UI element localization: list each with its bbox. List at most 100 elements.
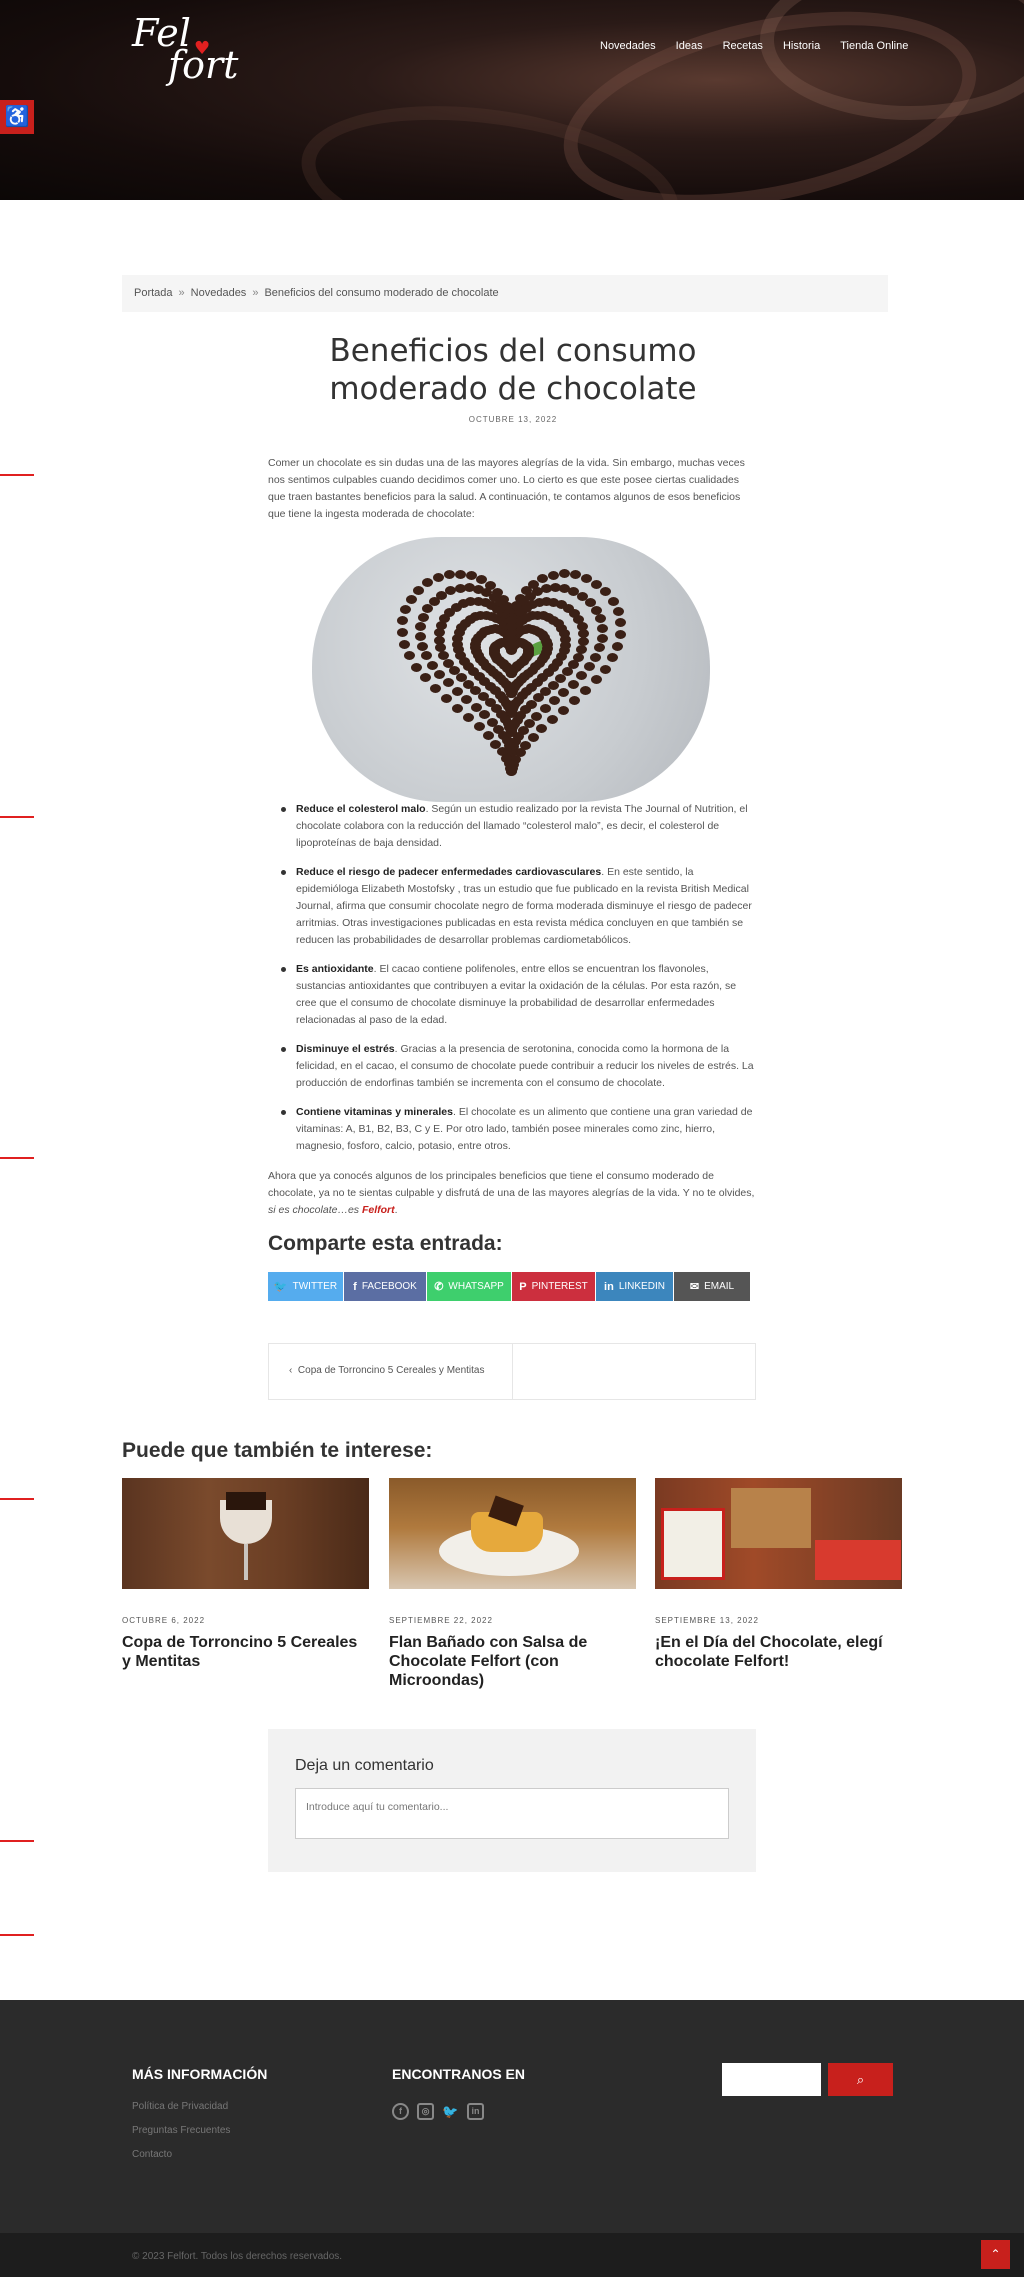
chocolate-box	[731, 1488, 811, 1548]
share-email-button[interactable]: ✉ EMAIL	[674, 1272, 750, 1301]
chocolate-chip	[410, 662, 422, 672]
footer-link-faq[interactable]: Preguntas Frecuentes	[132, 2125, 230, 2136]
chocolate-piece	[226, 1492, 266, 1510]
chocolate-chip	[581, 573, 593, 583]
linkedin-icon[interactable]: in	[467, 2103, 484, 2120]
nav-novedades[interactable]: Novedades	[600, 40, 656, 52]
chocolate-chip	[583, 662, 595, 672]
chocolate-chip	[505, 616, 517, 626]
chocolate-chip	[415, 622, 427, 632]
benefit-title: Reduce el colesterol malo	[296, 803, 426, 815]
share-label: FACEBOOK	[361, 1281, 417, 1292]
chocolate-chip	[422, 578, 434, 588]
side-marker	[0, 816, 34, 818]
footer-link-contact[interactable]: Contacto	[132, 2149, 172, 2160]
share-whatsapp-button[interactable]: ✆ WHATSAPP	[427, 1272, 511, 1301]
related-card[interactable]: SEPTIEMBRE 13, 2022 ¡En el Día del Choco…	[655, 1478, 902, 1671]
chocolate-chip	[594, 614, 606, 624]
footer-social-heading: ENCONTRANOS EN	[392, 2066, 526, 2082]
chocolate-chip	[403, 651, 415, 661]
chocolate-chip	[417, 641, 429, 651]
social-icons: f ◎ 🐦 in	[392, 2103, 484, 2120]
chocolate-chip	[455, 569, 467, 579]
instagram-icon[interactable]: ◎	[417, 2103, 434, 2120]
related-image[interactable]	[122, 1478, 369, 1589]
side-marker	[0, 1840, 34, 1842]
share-twitter-button[interactable]: 🐦 TWITTER	[268, 1272, 343, 1301]
benefit-title: Contiene vitaminas y minerales	[296, 1106, 453, 1118]
chocolate-chip	[442, 658, 454, 668]
share-linkedin-button[interactable]: in LINKEDIN	[596, 1272, 673, 1301]
benefit-title: Disminuye el estrés	[296, 1043, 395, 1055]
chocolate-chip	[536, 724, 548, 734]
related-image[interactable]	[655, 1478, 902, 1589]
share-label: PINTEREST	[531, 1281, 588, 1292]
chocolate-chip	[463, 713, 475, 723]
nav-ideas[interactable]: Ideas	[676, 40, 703, 52]
chocolate-chip	[600, 587, 612, 597]
related-date: SEPTIEMBRE 13, 2022	[655, 1616, 759, 1625]
chocolate-chip	[607, 653, 619, 663]
previous-post-title: Copa de Torroncino 5 Cereales y Mentitas	[297, 1365, 485, 1376]
benefit-title: Es antioxidante	[296, 963, 374, 975]
share-facebook-button[interactable]: f FACEBOOK	[344, 1272, 426, 1301]
chocolate-chip	[451, 686, 463, 696]
chocolate-chip	[400, 605, 412, 615]
benefit-text: . En este sentido, la epidemióloga Eliza…	[296, 866, 752, 946]
chocolate-chip	[615, 618, 627, 628]
chocolate-chip	[429, 683, 441, 693]
share-label: WHATSAPP	[448, 1281, 504, 1292]
chocolate-chip	[596, 623, 608, 633]
chocolate-chip	[405, 594, 417, 604]
benefit-title: Reduce el riesgo de padecer enfermedades…	[296, 866, 602, 878]
accessibility-icon[interactable]: ♿	[0, 100, 34, 134]
comment-textarea[interactable]: Introduce aquí tu comentario...	[295, 1788, 729, 1839]
chocolate-chip	[612, 641, 624, 651]
search-button[interactable]: ⌕	[828, 2063, 893, 2096]
article-intro: Comer un chocolate es sin dudas una de l…	[268, 457, 745, 520]
header-hero: Fel ♥ fort Novedades Ideas Recetas Histo…	[0, 0, 1024, 200]
chocolate-chip	[496, 747, 508, 757]
main-nav: Novedades Ideas Recetas Historia Tienda …	[600, 40, 908, 52]
related-title[interactable]: Flan Bañado con Salsa de Chocolate Felfo…	[389, 1633, 636, 1690]
chocolate-chip	[473, 722, 485, 732]
breadcrumb-separator: »	[252, 287, 259, 299]
related-card[interactable]: OCTUBRE 6, 2022 Copa de Torroncino 5 Cer…	[122, 1478, 369, 1671]
search-input[interactable]	[722, 2063, 821, 2096]
chocolate-chip	[396, 627, 408, 637]
chevron-up-icon: ⌃	[990, 2247, 1001, 2261]
chocolate-chip	[470, 702, 482, 712]
related-title[interactable]: Copa de Torroncino 5 Cereales y Mentitas	[122, 1633, 369, 1671]
breadcrumb-portada[interactable]: Portada	[134, 287, 173, 299]
footer-link-privacy[interactable]: Política de Privacidad	[132, 2101, 228, 2112]
nav-historia[interactable]: Historia	[783, 40, 820, 52]
previous-post-link[interactable]: ‹ Copa de Torroncino 5 Cereales y Mentit…	[269, 1344, 513, 1399]
nav-recetas[interactable]: Recetas	[723, 40, 763, 52]
footer	[0, 2000, 1024, 2233]
related-image[interactable]	[389, 1478, 636, 1589]
chocolate-chip	[452, 703, 464, 713]
chocolate-chip	[539, 704, 551, 714]
back-to-top-button[interactable]: ⌃	[981, 2240, 1010, 2269]
chocolate-heart-image	[312, 537, 710, 802]
candy-pile	[815, 1540, 901, 1580]
list-item: Contiene vitaminas y minerales. El choco…	[278, 1104, 756, 1155]
chocolate-chip	[482, 731, 494, 741]
chocolate-chip	[567, 679, 579, 689]
side-marker	[0, 474, 34, 476]
share-pinterest-button[interactable]: P PINTEREST	[512, 1272, 595, 1301]
facebook-icon[interactable]: f	[392, 2103, 409, 2120]
breadcrumb-novedades[interactable]: Novedades	[191, 287, 247, 299]
outro-end: .	[394, 1204, 398, 1216]
logo-text-2: fort	[168, 43, 239, 87]
brand-link[interactable]: Felfort	[362, 1204, 395, 1216]
nav-tienda-online[interactable]: Tienda Online	[840, 40, 908, 52]
chocolate-chip	[569, 570, 581, 580]
twitter-icon[interactable]: 🐦	[442, 2103, 459, 2120]
breadcrumb: Portada » Novedades » Beneficios del consumo…	[122, 275, 888, 312]
related-card[interactable]: SEPTIEMBRE 22, 2022 Flan Bañado con Sals…	[389, 1478, 636, 1690]
related-title[interactable]: ¡En el Día del Chocolate, elegí chocolat…	[655, 1633, 902, 1671]
chocolate-chip	[548, 696, 560, 706]
felfort-logo[interactable]: Fel ♥ fort	[130, 12, 260, 87]
chocolate-chip	[590, 652, 602, 662]
